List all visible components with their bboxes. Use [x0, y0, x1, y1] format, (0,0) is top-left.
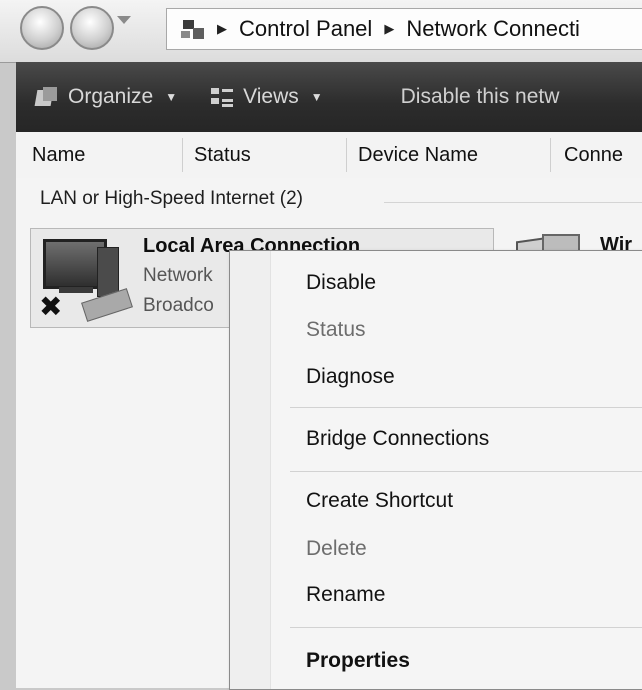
chevron-down-icon: ▼ — [310, 90, 323, 104]
organize-label: Organize — [68, 85, 154, 108]
context-menu: Disable Status Diagnose Bridge Connectio… — [229, 250, 642, 690]
menu-item-properties[interactable]: Properties — [306, 649, 410, 673]
organize-icon — [34, 87, 58, 107]
organize-button[interactable]: Organize ▼ — [34, 85, 178, 109]
connection-device: Broadco — [143, 295, 214, 316]
menu-item-delete[interactable]: Delete — [306, 537, 367, 561]
column-header-device-name[interactable]: Device Name — [358, 144, 478, 167]
disabled-x-icon: ✖ — [39, 291, 63, 322]
wired-network-disabled-icon: ✖ — [39, 233, 137, 325]
column-divider[interactable] — [182, 138, 183, 172]
breadcrumb-item-network-connections[interactable]: Network Connecti — [406, 16, 580, 42]
group-divider — [384, 202, 642, 203]
forward-button[interactable] — [70, 6, 114, 50]
disable-network-label: Disable this netw — [400, 85, 560, 108]
column-divider[interactable] — [550, 138, 551, 172]
column-header-name[interactable]: Name — [32, 144, 85, 167]
breadcrumb-item-control-panel[interactable]: Control Panel — [239, 16, 372, 42]
menu-item-status[interactable]: Status — [306, 318, 366, 342]
column-divider[interactable] — [346, 138, 347, 172]
menu-icon-gutter — [230, 251, 271, 689]
views-button[interactable]: Views ▼ — [197, 85, 323, 109]
control-panel-icon — [181, 17, 205, 41]
disable-network-button[interactable]: Disable this netw — [401, 85, 560, 109]
group-header[interactable]: LAN or High-Speed Internet (2) — [40, 188, 303, 210]
connection-status: Network — [143, 265, 213, 286]
command-toolbar: Organize ▼ Views ▼ Disable this netw — [16, 62, 642, 132]
back-button[interactable] — [20, 6, 64, 50]
column-header-connectivity[interactable]: Conne — [564, 144, 623, 167]
views-label: Views — [243, 85, 299, 108]
address-bar: ▶ Control Panel ▶ Network Connecti — [0, 0, 642, 63]
column-header-status[interactable]: Status — [194, 144, 251, 167]
breadcrumb[interactable]: ▶ Control Panel ▶ Network Connecti — [166, 8, 642, 50]
breadcrumb-separator-icon[interactable]: ▶ — [384, 21, 394, 37]
menu-separator — [290, 471, 642, 472]
menu-separator — [290, 627, 642, 628]
menu-separator — [290, 407, 642, 408]
menu-item-diagnose[interactable]: Diagnose — [306, 365, 395, 389]
menu-item-bridge-connections[interactable]: Bridge Connections — [306, 427, 489, 451]
column-headers: Name Status Device Name Conne — [16, 132, 642, 179]
views-icon — [211, 87, 234, 107]
recent-pages-dropdown-icon[interactable] — [117, 16, 131, 24]
breadcrumb-separator-icon[interactable]: ▶ — [217, 21, 227, 37]
menu-item-disable[interactable]: Disable — [306, 271, 376, 295]
menu-item-rename[interactable]: Rename — [306, 583, 385, 607]
chevron-down-icon: ▼ — [165, 90, 178, 104]
menu-item-create-shortcut[interactable]: Create Shortcut — [306, 489, 453, 513]
